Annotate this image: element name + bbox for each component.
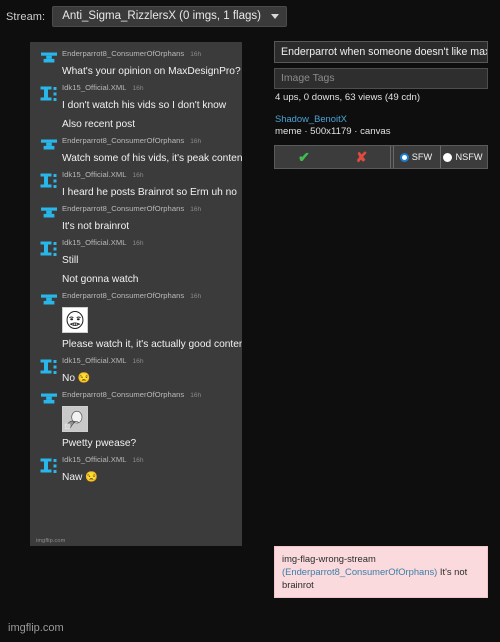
chat-message-author: Idk15_Official.XML bbox=[62, 455, 127, 464]
chat-message-author: Idk15_Official.XML bbox=[62, 83, 127, 92]
chat-message-author: Enderparrot8_ConsumerOfOrphans bbox=[62, 390, 185, 399]
chat-message-text: Watch some of his vids, it's peak conten… bbox=[62, 153, 242, 164]
chat-message-header: Idk15_Official.XML 16h bbox=[62, 238, 238, 251]
chat-message-timestamp: 16h bbox=[132, 457, 144, 464]
rating-option-sfw[interactable]: SFW bbox=[393, 146, 440, 168]
chat-message: Enderparrot8_ConsumerOfOrphans 16h Please … bbox=[34, 291, 242, 355]
flag-reporter-link[interactable]: (Enderparrot8_ConsumerOfOrphans) bbox=[282, 566, 437, 577]
chat-message-text: Still bbox=[62, 255, 79, 266]
chat-message-author: Idk15_Official.XML bbox=[62, 238, 127, 247]
reject-button[interactable]: ✘ bbox=[333, 146, 391, 168]
anvil-avatar bbox=[39, 137, 59, 157]
chat-message-timestamp: 16h bbox=[132, 172, 144, 179]
chat-screenshot-panel: Enderparrot8_ConsumerOfOrphans 16h What's … bbox=[30, 42, 242, 546]
crying-face-meme-thumbnail[interactable] bbox=[62, 307, 238, 333]
app-root: Stream: Anti_Sigma_RizzlersX (0 imgs, 1 … bbox=[0, 0, 500, 642]
anvil-avatar bbox=[39, 205, 59, 225]
chat-message: Enderparrot8_ConsumerOfOrphans 16h Watch s… bbox=[34, 136, 242, 169]
rating-label-nsfw: NSFW bbox=[455, 152, 483, 162]
chat-message-text: No 😒 bbox=[62, 373, 91, 384]
chat-message-header: Idk15_Official.XML 16h bbox=[62, 455, 238, 468]
chat-message-text: I don't watch his vids so I don't know bbox=[62, 100, 227, 111]
chat-message-timestamp: 16h bbox=[132, 85, 144, 92]
chat-message-timestamp: 16h bbox=[190, 293, 202, 300]
chat-message-header: Idk15_Official.XML 16h bbox=[62, 170, 238, 183]
letter-i-avatar bbox=[39, 84, 59, 104]
chat-message-text: Not gonna watch bbox=[62, 274, 139, 285]
chat-message-header: Enderparrot8_ConsumerOfOrphans 16h bbox=[62, 49, 238, 62]
chat-message-timestamp: 16h bbox=[190, 206, 202, 213]
chat-message: Not gonna watch bbox=[34, 270, 238, 290]
chat-message-author: Idk15_Official.XML bbox=[62, 170, 127, 179]
author-link[interactable]: Shadow_BenoitX bbox=[275, 113, 347, 124]
chat-message-author: Enderparrot8_ConsumerOfOrphans bbox=[62, 49, 185, 58]
approve-button[interactable]: ✔ bbox=[275, 146, 333, 168]
letter-i-avatar bbox=[39, 239, 59, 259]
stream-bar: Stream: Anti_Sigma_RizzlersX (0 imgs, 1 … bbox=[6, 6, 287, 27]
chat-message-author: Idk15_Official.XML bbox=[62, 356, 127, 365]
chat-message-timestamp: 16h bbox=[132, 240, 144, 247]
chat-message: Enderparrot8_ConsumerOfOrphans 16h It's no… bbox=[34, 204, 238, 237]
chat-message-header: Enderparrot8_ConsumerOfOrphans 16h bbox=[62, 390, 238, 403]
chat-message: Idk15_Official.XML 16h Still bbox=[34, 238, 238, 271]
image-title-input[interactable]: Enderparrot when someone doesn't like ma… bbox=[274, 41, 488, 63]
chat-message-timestamp: 16h bbox=[132, 358, 144, 365]
chat-message-author: Enderparrot8_ConsumerOfOrphans bbox=[62, 136, 185, 145]
chat-message: Enderparrot8_ConsumerOfOrphans 16h What's … bbox=[34, 49, 241, 82]
chat-message-timestamp: 16h bbox=[190, 51, 202, 58]
chat-message: Also recent post bbox=[34, 115, 238, 135]
begging-meme-thumbnail[interactable] bbox=[62, 406, 238, 432]
chat-watermark: imgflip.com bbox=[36, 538, 66, 544]
chat-message-header: Idk15_Official.XML 16h bbox=[62, 83, 238, 96]
chat-message-text: I heard he posts Brainrot so Erm uh no bbox=[62, 187, 237, 198]
anvil-avatar bbox=[39, 50, 59, 70]
stream-select-dropdown[interactable]: Anti_Sigma_RizzlersX (0 imgs, 1 flags) bbox=[52, 6, 287, 27]
image-author: Shadow_BenoitX bbox=[275, 109, 491, 127]
stream-label: Stream: bbox=[6, 10, 46, 23]
moderation-action-bar: ✔ ✘ SFW NSFW bbox=[274, 145, 488, 169]
chat-message-header: Enderparrot8_ConsumerOfOrphans 16h bbox=[62, 204, 238, 217]
chat-message-text: Naw 😒 bbox=[62, 472, 98, 483]
chat-message: Idk15_Official.XML 16h I heard he posts Br… bbox=[34, 170, 238, 203]
chat-message-text: It's not brainrot bbox=[62, 221, 130, 232]
chat-message: Idk15_Official.XML 16h I don't watch his v… bbox=[34, 83, 238, 116]
image-subinfo: meme · 500x1179 · canvas bbox=[275, 126, 391, 137]
chat-message: Idk15_Official.XML 16h Naw 😒 bbox=[34, 455, 238, 488]
letter-i-avatar bbox=[39, 456, 59, 476]
chat-message-text: Pwetty pwease? bbox=[62, 438, 137, 449]
page-watermark: imgflip.com bbox=[8, 622, 64, 634]
rating-label-sfw: SFW bbox=[411, 152, 433, 162]
image-stats: 4 ups, 0 downs, 63 views (49 cdn) bbox=[275, 92, 421, 103]
chat-message-text: Please watch it, it's actually good cont… bbox=[62, 339, 242, 350]
flag-notification: img-flag-wrong-stream (Enderparrot8_Cons… bbox=[274, 546, 488, 598]
chevron-down-icon bbox=[270, 13, 279, 19]
flag-type: img-flag-wrong-stream bbox=[282, 553, 376, 564]
letter-i-avatar bbox=[39, 357, 59, 377]
chat-message-author: Enderparrot8_ConsumerOfOrphans bbox=[62, 204, 185, 213]
chat-message-header: Enderparrot8_ConsumerOfOrphans 16h bbox=[62, 136, 238, 149]
chat-message-timestamp: 16h bbox=[190, 138, 202, 145]
letter-i-avatar bbox=[39, 171, 59, 191]
chat-message-list: Enderparrot8_ConsumerOfOrphans 16h What's … bbox=[34, 49, 242, 488]
chat-message: Enderparrot8_ConsumerOfOrphans 16h Pwetty … bbox=[34, 390, 238, 454]
chat-message-author: Enderparrot8_ConsumerOfOrphans bbox=[62, 291, 185, 300]
image-tags-input[interactable]: Image Tags bbox=[274, 68, 488, 89]
anvil-avatar bbox=[39, 292, 59, 312]
chat-message-text: What's your opinion on MaxDesignPro? bbox=[62, 66, 241, 77]
radio-selected-icon bbox=[399, 152, 409, 162]
chat-message: Idk15_Official.XML 16h No 😒 bbox=[34, 356, 238, 389]
chat-message-text: Also recent post bbox=[62, 119, 136, 130]
rating-option-nsfw[interactable]: NSFW bbox=[440, 146, 487, 168]
stream-select-value: Anti_Sigma_RizzlersX (0 imgs, 1 flags) bbox=[62, 10, 261, 22]
chat-message-timestamp: 16h bbox=[190, 392, 202, 399]
radio-unselected-icon bbox=[443, 152, 453, 162]
chat-message-header: Idk15_Official.XML 16h bbox=[62, 356, 238, 369]
chat-message-header: Enderparrot8_ConsumerOfOrphans 16h bbox=[62, 291, 238, 304]
anvil-avatar bbox=[39, 391, 59, 411]
